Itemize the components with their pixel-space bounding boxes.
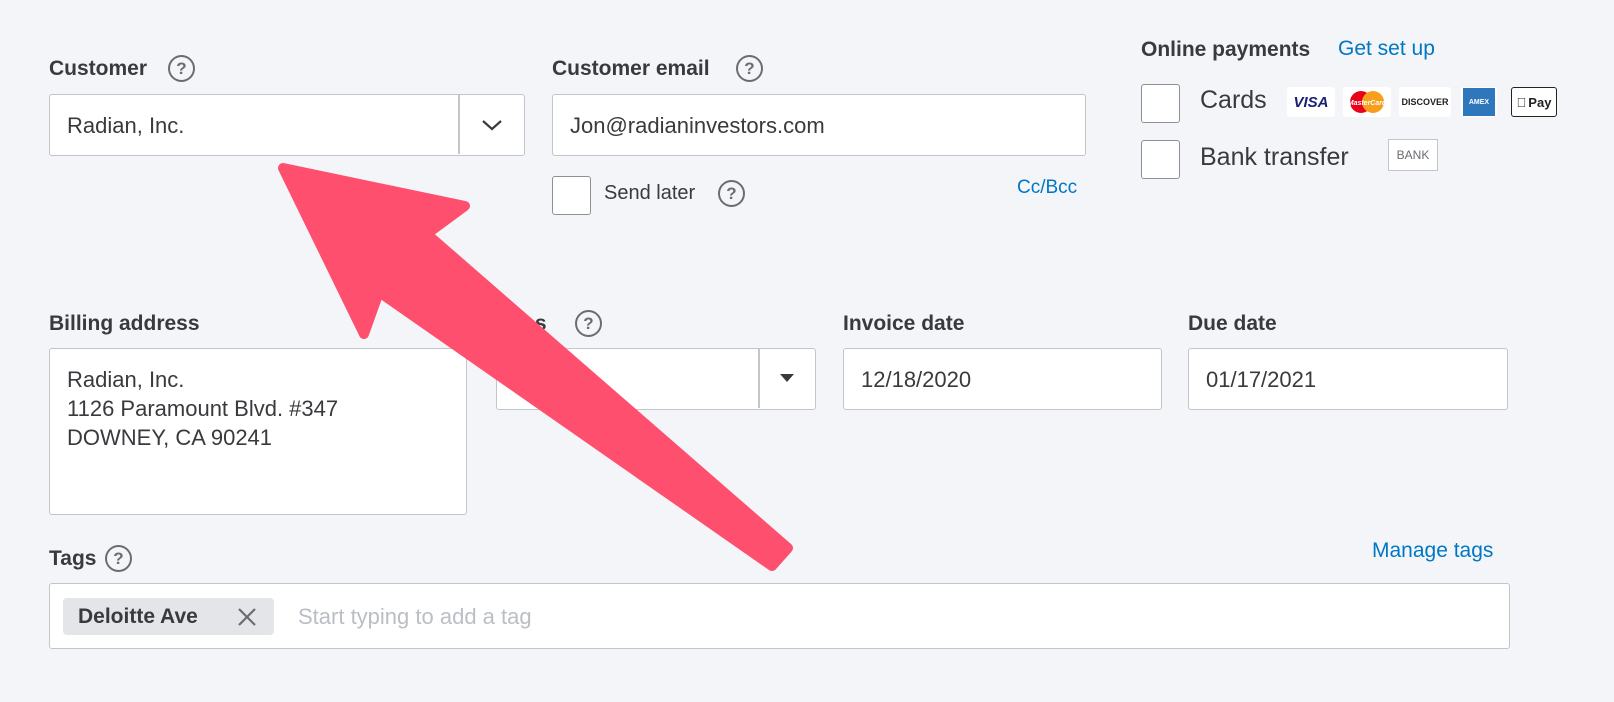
terms-label: rms [508, 312, 547, 335]
customer-email-help-icon[interactable]: ? [736, 55, 763, 82]
send-later-checkbox[interactable] [552, 176, 591, 215]
terms-select[interactable]: N [496, 348, 816, 410]
svg-text:MasterCard: MasterCard [1348, 100, 1387, 107]
customer-email-value: Jon@radianinvestors.com [570, 113, 825, 138]
bank-badge-icon: BANK [1388, 139, 1438, 171]
customer-label: Customer [49, 57, 148, 80]
customer-email-input[interactable]: Jon@radianinvestors.com [552, 94, 1086, 156]
discover-icon: DISCOVER [1399, 87, 1451, 117]
tag-chip[interactable]: Deloitte Ave [63, 598, 274, 635]
terms-value: N [514, 367, 530, 392]
bank-transfer-checkbox[interactable] [1141, 140, 1180, 179]
billing-address-line: Radian, Inc. [67, 367, 185, 392]
invoice-date-label: Invoice date [843, 312, 965, 335]
invoice-date-input[interactable]: 12/18/2020 [843, 348, 1162, 410]
customer-select[interactable]: Radian, Inc. [49, 94, 525, 156]
due-date-input[interactable]: 01/17/2021 [1188, 348, 1508, 410]
due-date-value: 01/17/2021 [1206, 367, 1317, 392]
cc-bcc-link[interactable]: Cc/Bcc [1017, 177, 1077, 199]
amex-icon: AMEX [1461, 87, 1497, 117]
bank-transfer-label: Bank transfer [1200, 143, 1349, 171]
caret-down-icon[interactable] [777, 371, 797, 385]
due-date-label: Due date [1188, 312, 1277, 335]
tags-label: Tags [49, 547, 97, 570]
customer-email-label: Customer email [552, 57, 710, 80]
billing-address-textarea[interactable]: Radian, Inc. 1126 Paramount Blvd. #347 D… [49, 348, 467, 515]
tags-help-icon[interactable]: ? [105, 545, 132, 572]
tag-chip-label: Deloitte Ave [78, 605, 198, 628]
customer-help-icon[interactable]: ? [168, 55, 195, 82]
billing-address-line: 1126 Paramount Blvd. #347 [67, 396, 339, 421]
get-set-up-link[interactable]: Get set up [1338, 37, 1435, 61]
billing-address-label: Billing address [49, 312, 200, 335]
mastercard-icon: MasterCard [1343, 87, 1391, 117]
customer-select-divider [458, 95, 460, 154]
terms-help-icon[interactable]: ? [575, 310, 602, 337]
manage-tags-link[interactable]: Manage tags [1372, 539, 1493, 563]
apple-pay-icon: Pay [1511, 87, 1557, 117]
terms-select-divider [758, 349, 760, 408]
send-later-help-icon[interactable]: ? [718, 180, 745, 207]
customer-value: Radian, Inc. [67, 113, 185, 138]
cards-label: Cards [1200, 86, 1267, 114]
tags-input[interactable]: Deloitte Ave Start typing to add a tag [49, 583, 1510, 649]
invoice-date-value: 12/18/2020 [861, 367, 972, 392]
chevron-down-icon[interactable] [478, 115, 506, 135]
billing-address-line: DOWNEY, CA 90241 [67, 425, 273, 450]
cards-checkbox[interactable] [1141, 84, 1180, 123]
tags-placeholder: Start typing to add a tag [298, 604, 532, 629]
visa-icon: VISA [1287, 87, 1335, 117]
send-later-label: Send later [604, 182, 696, 204]
close-icon[interactable] [236, 606, 258, 628]
online-payments-label: Online payments [1141, 38, 1311, 61]
